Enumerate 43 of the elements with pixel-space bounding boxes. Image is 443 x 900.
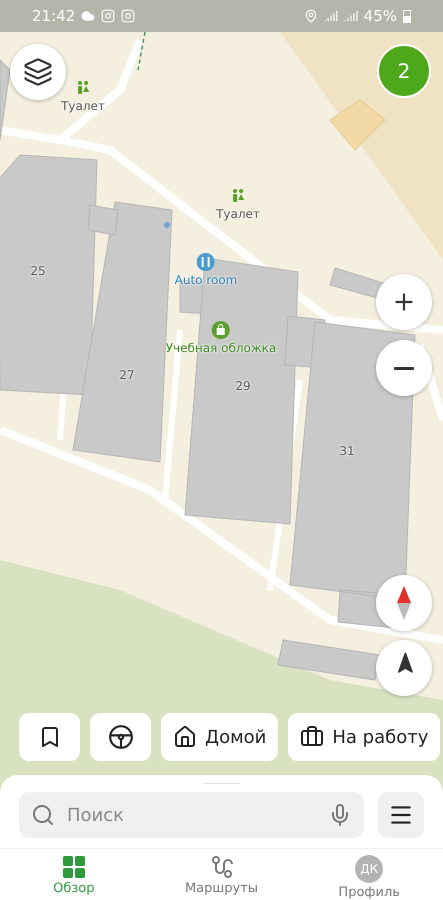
nav-tab[interactable]: Маршруты — [148, 849, 296, 900]
battery-percent: 45% — [364, 7, 397, 25]
steering-wheel-icon — [108, 724, 134, 750]
layers-icon — [23, 57, 53, 87]
compass-icon — [397, 586, 411, 620]
menu-button[interactable] — [378, 792, 424, 838]
house-icon — [173, 725, 197, 749]
avatar: ДК — [355, 855, 384, 883]
compass-button[interactable] — [376, 575, 432, 631]
home-shortcut-button[interactable]: Домой — [161, 713, 278, 761]
drag-handle[interactable] — [204, 783, 240, 784]
grid-icon — [62, 855, 86, 879]
cloud-icon — [81, 9, 96, 23]
shopping-bag-icon — [212, 321, 230, 339]
signal-icon — [324, 9, 338, 23]
layers-button[interactable] — [10, 44, 66, 100]
car-shortcut-button[interactable] — [90, 713, 151, 761]
location-icon — [304, 9, 318, 23]
place-label: Учебная обложка — [166, 341, 276, 355]
building-number: 25 — [30, 264, 46, 278]
search-input[interactable]: Поиск — [65, 804, 318, 826]
work-shortcut-button[interactable]: На работу — [288, 713, 440, 761]
briefcase-icon — [300, 725, 324, 749]
camera-app-icon — [121, 9, 136, 23]
route-icon — [210, 855, 234, 879]
nav-tab[interactable]: ДК Профиль — [295, 849, 443, 900]
battery-icon — [403, 9, 411, 23]
signal-icon — [344, 9, 358, 23]
search-icon — [31, 803, 55, 827]
bookmark-shortcut-button[interactable] — [19, 713, 80, 761]
building-number: 31 — [339, 444, 355, 458]
place-label: Auto room — [174, 273, 238, 287]
building-number: 27 — [119, 368, 135, 382]
location-button[interactable] — [376, 640, 432, 696]
camera-app-icon — [101, 9, 116, 23]
building-number: 29 — [235, 379, 251, 393]
place-label: Туалет — [61, 99, 105, 113]
minus-icon — [394, 366, 414, 370]
nav-tab[interactable]: Обзор — [0, 849, 148, 900]
clock-time: 21:42 — [32, 7, 76, 25]
search-field[interactable]: Поиск — [19, 792, 364, 838]
zoom-in-button[interactable] — [376, 274, 432, 330]
place-label: Туалет — [216, 207, 260, 221]
